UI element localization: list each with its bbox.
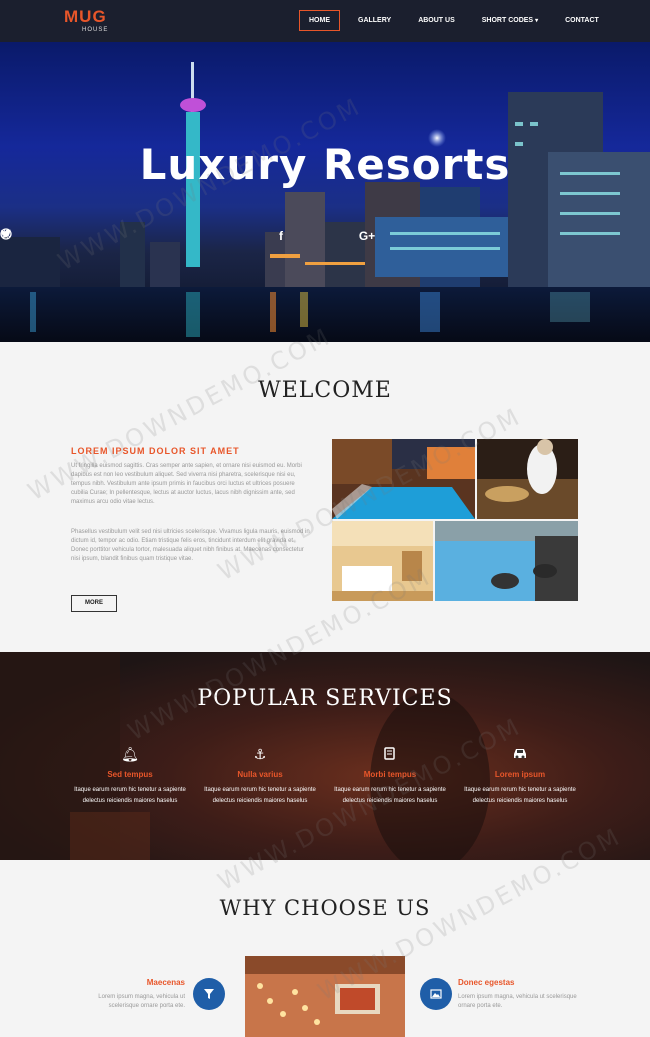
city-skyline-image: [0, 62, 650, 342]
service-item: ⚓︎ Nulla varius Itaque earum rerum hic t…: [200, 746, 320, 807]
service-item: 🔔︎ Sed tempus Itaque earum rerum hic ten…: [70, 746, 190, 807]
service-item: Lorem ipsum Itaque earum rerum hic tenet…: [460, 746, 580, 807]
service-title: Lorem ipsum: [494, 770, 546, 779]
nav-home-label: HOME: [309, 17, 330, 24]
main-menu: HOME GALLERY ABOUT US SHORT CODES ▾ CONTA…: [299, 10, 617, 31]
service-text: Itaque earum rerum hic tenetur a sapient…: [464, 787, 576, 804]
welcome-paragraph-1: Ut fringilla euismod sagittis. Cras semp…: [71, 463, 302, 505]
book-icon: [330, 746, 450, 762]
twitter-icon[interactable]: [0, 228, 317, 244]
nav-home[interactable]: HOME: [299, 10, 340, 31]
dribbble-icon[interactable]: [0, 228, 345, 244]
welcome-heading: LOREM IPSUM DOLOR SIT AMET: [71, 446, 240, 456]
why-choose-us-section: WHY CHOOSE US Maecenas Lorem ipsum magna…: [0, 860, 650, 1037]
services-title: POPULAR SERVICES: [197, 686, 453, 711]
caret-down-icon: ▾: [535, 18, 539, 24]
nav-contact-label: CONTACT: [565, 17, 599, 24]
nav-gallery[interactable]: GALLERY: [349, 11, 400, 30]
welcome-paragraph-2: Phasellus vestibulum velit sed nisi ultr…: [71, 529, 310, 562]
bell-icon: 🔔︎: [121, 746, 139, 762]
gallery-image-pool-night[interactable]: [332, 439, 475, 519]
nav-contact[interactable]: CONTACT: [556, 11, 608, 30]
nav-gallery-label: GALLERY: [358, 17, 392, 24]
more-button[interactable]: MORE: [71, 595, 117, 612]
top-navbar: MUG HOUSE HOME GALLERY ABOUT US SHORT CO…: [0, 0, 650, 42]
feature-text: Lorem ipsum magna, vehicula ut scelerisq…: [98, 994, 185, 1009]
service-text: Itaque earum rerum hic tenetur a sapient…: [74, 787, 186, 804]
feature-text: Lorem ipsum magna, vehicula ut scelerisq…: [458, 994, 577, 1009]
why-image: [245, 956, 405, 1037]
services-section: POPULAR SERVICES 🔔︎ Sed tempus Itaque ea…: [0, 652, 650, 860]
logo[interactable]: MUG HOUSE: [64, 8, 108, 34]
service-item: Morbi tempus Itaque earum rerum hic tene…: [330, 746, 450, 807]
feature-right: Donec egestas Lorem ipsum magna, vehicul…: [458, 978, 578, 1011]
gallery-image-chef[interactable]: [477, 439, 578, 519]
gallery-image-pool-day[interactable]: [435, 521, 578, 601]
logo-name: MUG: [64, 7, 107, 26]
hero-title: Luxury Resorts: [139, 140, 511, 189]
welcome-gallery: [332, 439, 578, 601]
service-text: Itaque earum rerum hic tenetur a sapient…: [334, 787, 446, 804]
car-icon: [460, 746, 580, 762]
feature-left: Maecenas Lorem ipsum magna, vehicula ut …: [70, 978, 185, 1011]
service-text: Itaque earum rerum hic tenetur a sapient…: [204, 787, 316, 804]
feature-title: Donec egestas: [458, 978, 515, 987]
gallery-image-room[interactable]: [332, 521, 433, 601]
welcome-section: WELCOME LOREM IPSUM DOLOR SIT AMET Ut fr…: [0, 342, 650, 652]
filter-icon: [193, 978, 225, 1010]
nav-short-codes-label: SHORT CODES: [481, 17, 534, 24]
service-title: Sed tempus: [107, 770, 153, 779]
anchor-icon: ⚓︎: [253, 746, 267, 762]
service-title: Morbi tempus: [363, 770, 417, 779]
hero-banner: Luxury Resorts f G+: [0, 42, 650, 342]
facebook-icon[interactable]: f: [273, 228, 289, 244]
nav-short-codes[interactable]: SHORT CODES ▾: [473, 11, 547, 30]
why-title: WHY CHOOSE US: [219, 896, 431, 920]
nav-about-label: ABOUT US: [418, 17, 455, 24]
social-links: f G+: [0, 228, 650, 244]
google-plus-icon[interactable]: G+: [357, 228, 377, 244]
service-title: Nulla varius: [237, 770, 283, 779]
feature-title: Maecenas: [146, 978, 185, 987]
nav-about-us[interactable]: ABOUT US: [409, 11, 464, 30]
image-icon: [420, 978, 452, 1010]
welcome-title: WELCOME: [258, 378, 392, 403]
logo-subtitle: HOUSE: [82, 27, 109, 33]
